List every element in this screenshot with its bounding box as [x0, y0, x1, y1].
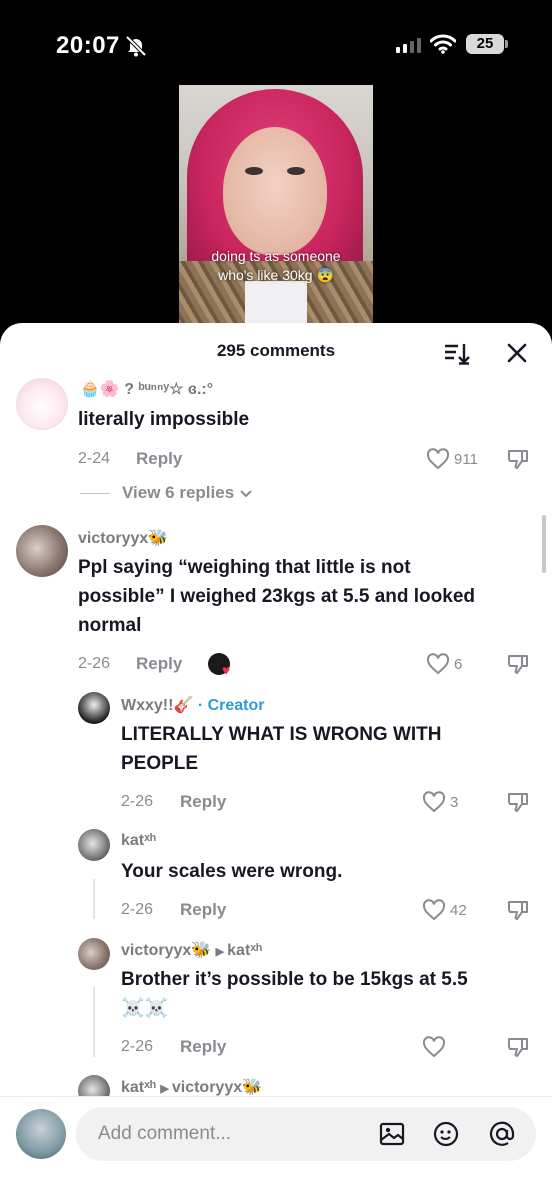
- comment-username[interactable]: 🧁🌸 ? ᵇᵘⁿⁿʸ☆ ɞ.:°: [80, 379, 213, 399]
- comment-text: literally impossible: [78, 409, 250, 430]
- comment-date: 2-26: [121, 1038, 154, 1055]
- reply-arrow-icon: ▶: [215, 946, 228, 958]
- comment-input-placeholder: Add comment...: [98, 1123, 232, 1144]
- like-button[interactable]: [422, 1035, 450, 1059]
- emoji-sticker-icon[interactable]: [432, 1120, 460, 1148]
- comment-username[interactable]: katˣʰ ▶ victoryyx🐝: [121, 1077, 262, 1097]
- avatar[interactable]: [78, 938, 110, 970]
- comment-text: Ppl saying “weighing that little is not …: [78, 557, 476, 636]
- dislike-icon[interactable]: [506, 652, 530, 681]
- avatar[interactable]: [78, 829, 110, 861]
- like-count: 6: [454, 655, 463, 673]
- status-bar: 20:07 25: [0, 0, 552, 90]
- comment-username[interactable]: katˣʰ: [121, 832, 156, 850]
- image-icon[interactable]: [378, 1120, 406, 1148]
- like-button[interactable]: 3: [422, 790, 458, 814]
- heart-icon: [422, 899, 446, 921]
- reply-button[interactable]: Reply: [180, 1037, 226, 1057]
- comment-input-bar: Add comment...: [0, 1096, 552, 1200]
- like-count: 3: [450, 793, 459, 811]
- reply-arrow-icon: ▶: [160, 1083, 172, 1095]
- video-preview[interactable]: doing ts as someone who's like 30kg 😨: [179, 85, 373, 330]
- like-button[interactable]: 42: [422, 898, 467, 922]
- dislike-icon[interactable]: [506, 447, 530, 476]
- thread-line: [93, 879, 95, 919]
- heart-badge-icon: ♥: [222, 662, 231, 678]
- comment-date: 2-26: [121, 793, 154, 810]
- scrollbar[interactable]: [542, 515, 546, 573]
- bell-muted-icon: [124, 34, 148, 63]
- comment-text: LITERALLY WHAT IS WRONG WITH PEOPLE: [121, 724, 442, 774]
- comment-username[interactable]: victoryyx🐝 ▶ katˣʰ: [121, 940, 262, 960]
- video-caption: doing ts as someone who's like 30kg 😨: [211, 248, 341, 283]
- reply-button[interactable]: Reply: [136, 654, 182, 674]
- thread-line: [93, 987, 95, 1057]
- avatar[interactable]: [16, 378, 68, 430]
- sort-icon[interactable]: [442, 339, 470, 367]
- comment-username[interactable]: Wxxy!!🎸 · Creator: [121, 695, 265, 715]
- avatar[interactable]: [16, 525, 68, 577]
- comment-text: Your scales were wrong.: [121, 861, 343, 882]
- comment-date: 2-24: [78, 450, 111, 467]
- heart-icon: [426, 653, 450, 675]
- reply-button[interactable]: Reply: [180, 900, 226, 920]
- comments-sheet: 295 comments 🧁🌸 ? ᵇᵘⁿⁿʸ☆ ɞ.:° literally …: [0, 323, 552, 1200]
- dislike-icon[interactable]: [506, 898, 530, 927]
- heart-icon: [422, 1036, 446, 1058]
- comment-date: 2-26: [78, 655, 111, 672]
- comment-username[interactable]: victoryyx🐝: [78, 528, 168, 548]
- avatar[interactable]: [78, 692, 110, 724]
- close-icon[interactable]: [503, 339, 531, 367]
- dislike-icon[interactable]: [506, 790, 530, 819]
- creator-badge: · Creator: [197, 697, 265, 714]
- comment-text: Brother it’s possible to be 15kgs at 5.5…: [121, 969, 468, 1019]
- view-replies-button[interactable]: View 6 replies: [80, 483, 254, 503]
- reply-button[interactable]: Reply: [180, 792, 226, 812]
- comment-input[interactable]: Add comment...: [76, 1107, 536, 1161]
- wifi-icon: [429, 34, 457, 59]
- heart-icon: [422, 791, 446, 813]
- mention-icon[interactable]: [488, 1120, 516, 1148]
- reply-button[interactable]: Reply: [136, 449, 182, 469]
- like-count: 42: [450, 901, 467, 919]
- my-avatar[interactable]: [16, 1109, 66, 1159]
- dislike-icon[interactable]: [506, 1035, 530, 1064]
- comments-header: 295 comments: [0, 323, 552, 379]
- cell-signal-icon: [396, 38, 421, 53]
- chevron-down-icon: [240, 490, 252, 498]
- comment-date: 2-26: [121, 901, 154, 918]
- heart-icon: [426, 448, 450, 470]
- battery-indicator: 25: [466, 34, 508, 54]
- status-time: 20:07: [56, 32, 120, 59]
- like-button[interactable]: 911: [426, 447, 478, 471]
- like-button[interactable]: 6: [426, 652, 462, 676]
- like-count: 911: [454, 450, 478, 468]
